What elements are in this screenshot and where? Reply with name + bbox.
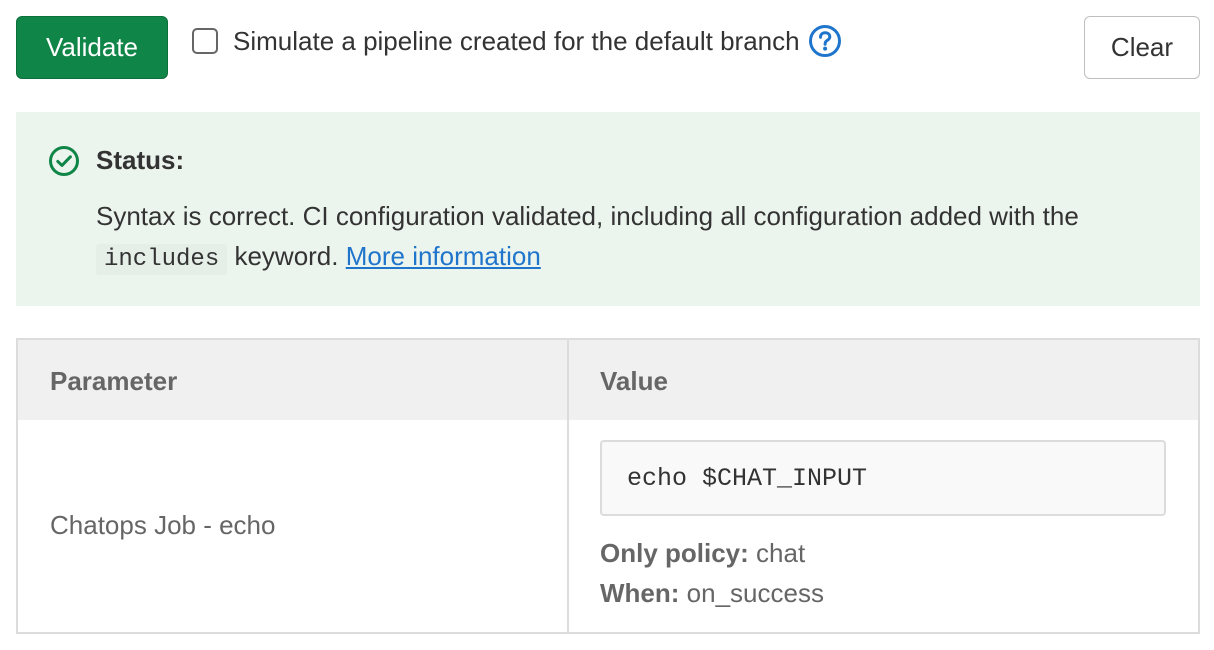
table-header: Parameter Value	[18, 340, 1198, 420]
includes-keyword-code: includes	[96, 244, 228, 275]
check-circle-icon	[48, 145, 80, 177]
parameter-column-header: Parameter	[50, 366, 178, 396]
more-information-link[interactable]: More information	[346, 241, 541, 271]
validate-button[interactable]: Validate	[16, 16, 168, 79]
status-message: Syntax is correct. CI configuration vali…	[96, 196, 1156, 280]
job-name: Chatops Job - echo	[50, 510, 276, 540]
status-alert: Status: Syntax is correct. CI configurat…	[16, 112, 1200, 306]
question-circle-icon[interactable]	[808, 24, 842, 58]
lint-results-table: Parameter Value Chatops Job - echo echo …	[16, 338, 1200, 634]
value-column-header: Value	[600, 366, 668, 396]
simulate-pipeline-checkbox[interactable]	[192, 28, 218, 54]
column-divider	[567, 340, 569, 632]
status-message-text: Syntax is correct. CI configuration vali…	[96, 201, 1079, 231]
status-title: Status:	[96, 145, 185, 175]
when-value: on_success	[686, 578, 824, 608]
only-policy: Only policy: chat	[600, 538, 805, 569]
only-policy-value: chat	[756, 538, 806, 568]
status-message-suffix: keyword.	[234, 241, 339, 271]
only-policy-label: Only policy:	[600, 538, 749, 568]
simulate-pipeline-label[interactable]: Simulate a pipeline created for the defa…	[233, 26, 800, 57]
ci-lint-page: Validate Simulate a pipeline created for…	[0, 0, 1214, 650]
job-script: echo $CHAT_INPUT	[600, 440, 1166, 516]
clear-button[interactable]: Clear	[1084, 16, 1200, 79]
simulate-pipeline-option: Simulate a pipeline created for the defa…	[192, 24, 842, 58]
when-condition: When: on_success	[600, 578, 824, 609]
when-label: When:	[600, 578, 680, 608]
